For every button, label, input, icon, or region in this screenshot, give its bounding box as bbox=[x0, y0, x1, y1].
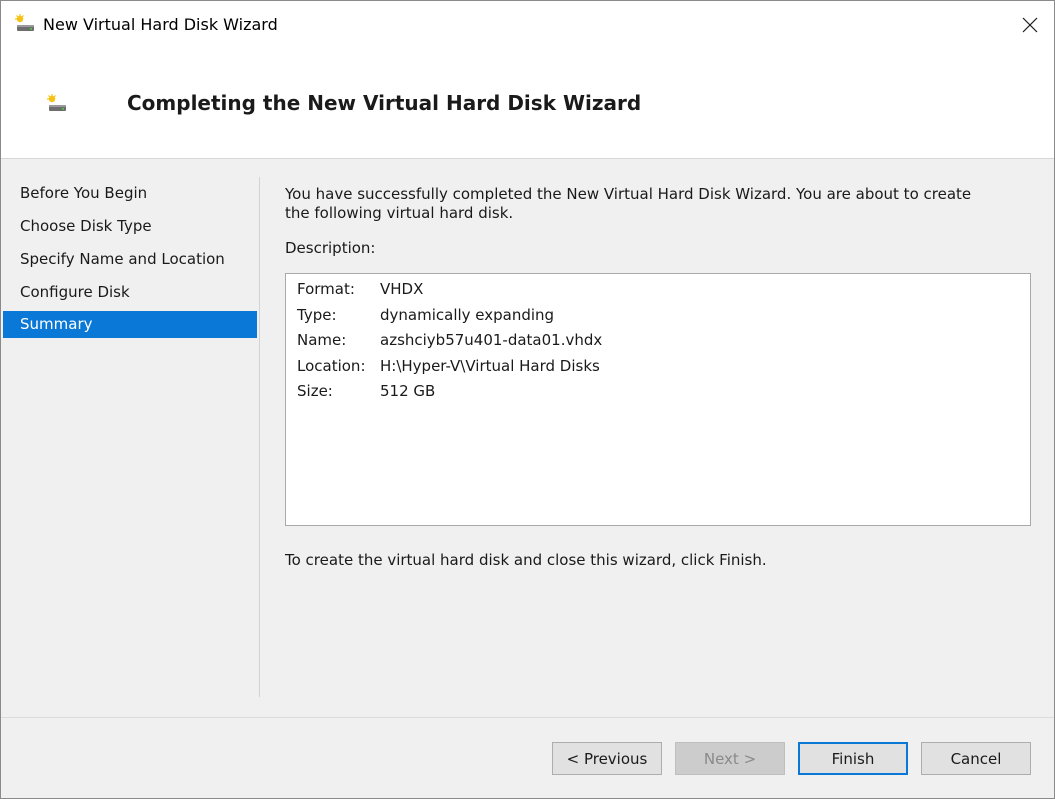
description-key: Format: bbox=[297, 280, 355, 298]
nav-item-specify-name-and-location[interactable]: Specify Name and Location bbox=[3, 246, 257, 273]
description-key: Type: bbox=[297, 306, 337, 324]
next-button[interactable]: Next > bbox=[675, 742, 785, 775]
title-bar: New Virtual Hard Disk Wizard bbox=[1, 1, 1054, 49]
nav-item-before-you-begin[interactable]: Before You Begin bbox=[3, 180, 257, 207]
finish-instruction: To create the virtual hard disk and clos… bbox=[285, 551, 767, 569]
description-key: Location: bbox=[297, 357, 366, 375]
description-value: 512 GB bbox=[380, 382, 436, 400]
summary-content: You have successfully completed the New … bbox=[285, 185, 1025, 223]
description-value: H:\Hyper-V\Virtual Hard Disks bbox=[380, 357, 600, 375]
button-bar-divider bbox=[1, 717, 1054, 718]
virtual-disk-icon bbox=[47, 94, 66, 111]
previous-button[interactable]: < Previous bbox=[552, 742, 662, 775]
wizard-header: Completing the New Virtual Hard Disk Wiz… bbox=[1, 49, 1054, 159]
virtual-disk-icon bbox=[15, 14, 34, 31]
description-box[interactable]: Format: VHDX Type: dynamically expanding… bbox=[285, 273, 1031, 526]
nav-item-configure-disk[interactable]: Configure Disk bbox=[3, 279, 257, 306]
page-title: Completing the New Virtual Hard Disk Wiz… bbox=[127, 91, 642, 115]
close-icon bbox=[1022, 17, 1038, 33]
finish-button[interactable]: Finish bbox=[798, 742, 908, 775]
description-value: VHDX bbox=[380, 280, 424, 298]
nav-item-summary[interactable]: Summary bbox=[3, 311, 257, 338]
wizard-steps-nav: Before You Begin Choose Disk Type Specif… bbox=[1, 177, 259, 697]
intro-text: You have successfully completed the New … bbox=[285, 185, 972, 222]
window-title: New Virtual Hard Disk Wizard bbox=[43, 15, 278, 34]
wizard-window: New Virtual Hard Disk Wizard Completing … bbox=[0, 0, 1055, 799]
cancel-button[interactable]: Cancel bbox=[921, 742, 1031, 775]
description-key: Name: bbox=[297, 331, 347, 349]
description-key: Size: bbox=[297, 382, 333, 400]
nav-divider bbox=[259, 177, 260, 697]
close-button[interactable] bbox=[1006, 1, 1054, 49]
description-value: dynamically expanding bbox=[380, 306, 555, 324]
description-label: Description: bbox=[285, 239, 376, 257]
nav-item-choose-disk-type[interactable]: Choose Disk Type bbox=[3, 213, 257, 240]
description-value: azshciyb57u401-data01.vhdx bbox=[380, 331, 603, 349]
